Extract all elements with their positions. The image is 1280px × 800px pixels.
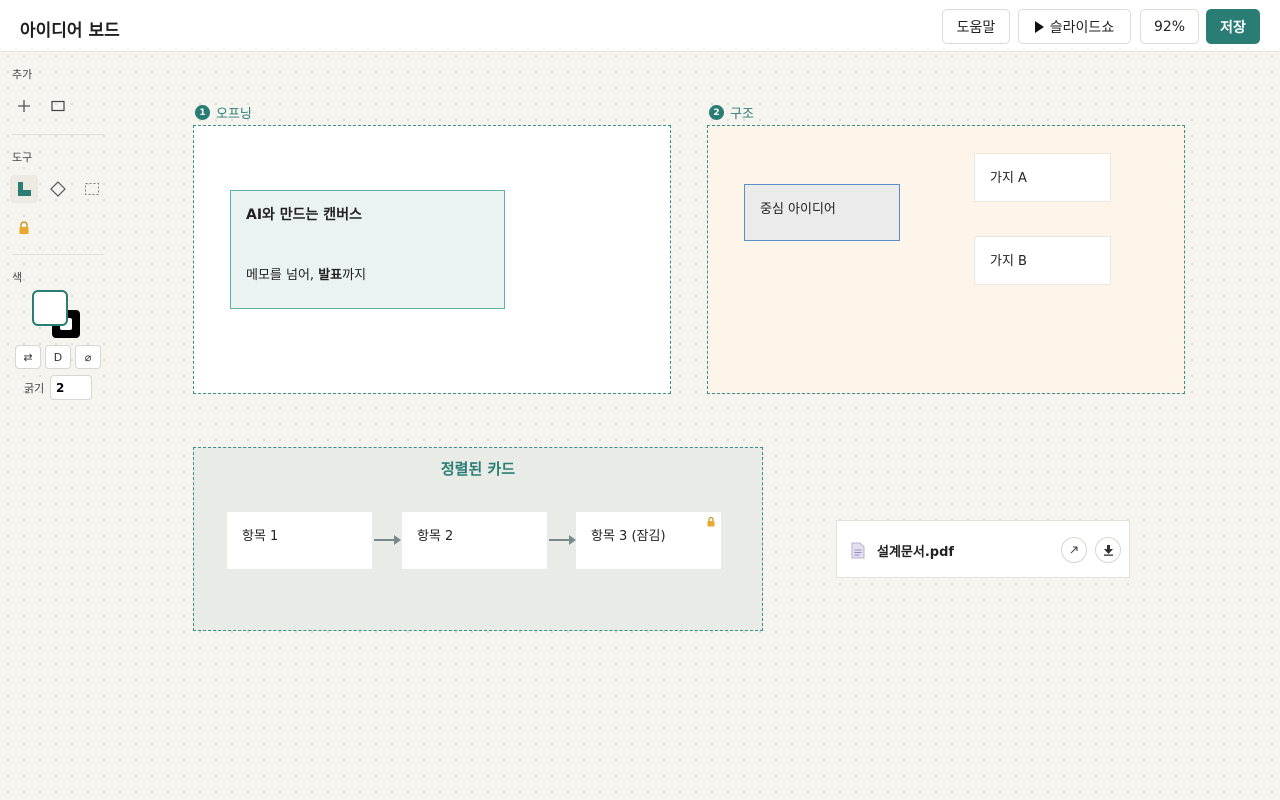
download-icon (1103, 545, 1113, 556)
select-tool-icon[interactable] (10, 175, 38, 203)
help-button-label: 도움말 (956, 19, 996, 36)
card-body: 메모를 넘어, 발표까지 (246, 264, 366, 283)
file-name: 설계문서.pdf (877, 545, 955, 560)
rectangle-icon[interactable] (44, 92, 72, 120)
slideshow-button-label: 슬라이드쇼 (1049, 19, 1115, 36)
sidebar-divider (12, 254, 104, 255)
add-section-label: 추가 (12, 68, 33, 81)
node-label: 가지 B (990, 254, 1027, 269)
no-color-icon: ⌀ (84, 350, 92, 364)
zoom-level: 92% (1153, 18, 1186, 35)
stroke-width-input[interactable] (50, 375, 92, 400)
node-label: 가지 A (990, 171, 1027, 186)
frame-title: 정렬된 카드 (440, 460, 516, 478)
document-icon (851, 542, 865, 559)
connector-arrow (549, 535, 576, 545)
top-bar: 아이디어 보드 도움말 슬라이드쇼 92% 저장 (0, 0, 1280, 52)
file-attachment-card[interactable]: 설계문서.pdf (836, 520, 1130, 578)
help-button[interactable]: 도움말 (942, 9, 1010, 44)
card-body-text: 메모를 넘어, (246, 268, 319, 283)
card-title: AI와 만드는 캔버스 (246, 207, 362, 223)
stroke-width-label: 굵기 (24, 382, 45, 395)
save-button-label: 저장 (1220, 19, 1246, 36)
card-label: 항목 2 (417, 529, 454, 544)
tool-sidebar: 추가 도구 색 ⇄ D ⌀ 굵기 (0, 52, 112, 800)
sorted-card-3-locked[interactable]: 항목 3 (잠김) (576, 512, 721, 569)
app-title: 아이디어 보드 (20, 21, 120, 41)
card-canvas-intro[interactable]: AI와 만드는 캔버스 메모를 넘어, 발표까지 (230, 190, 505, 309)
frame-label-structure[interactable]: 2 구조 (709, 103, 754, 122)
diamond-icon[interactable] (44, 175, 72, 203)
branch-a-node[interactable]: 가지 A (974, 153, 1111, 202)
frame-structure[interactable] (707, 125, 1185, 394)
card-label: 항목 1 (242, 529, 279, 544)
connector-arrow (374, 535, 401, 545)
no-color-button[interactable]: ⌀ (75, 345, 101, 369)
card-body-tail: 까지 (342, 268, 367, 283)
card-body-bold: 발표 (318, 268, 343, 283)
download-button[interactable] (1095, 537, 1121, 563)
center-idea-node[interactable]: 중심 아이디어 (744, 184, 900, 241)
fill-color-swatch[interactable] (32, 290, 68, 326)
tools-section-label: 도구 (12, 151, 33, 164)
open-external-button[interactable] (1061, 537, 1087, 563)
open-external-icon (1070, 546, 1078, 554)
default-colors-button[interactable]: D (45, 345, 71, 369)
frame-label-opening[interactable]: 1 오프닝 (195, 103, 252, 122)
sidebar-divider (12, 134, 104, 135)
swap-colors-button[interactable]: ⇄ (15, 345, 41, 369)
marquee-select-icon[interactable] (78, 175, 106, 203)
frame-title: 구조 (730, 107, 754, 122)
sorted-card-2[interactable]: 항목 2 (402, 512, 547, 569)
card-label: 항목 3 (잠김) (591, 529, 666, 544)
default-colors-label: D (53, 350, 63, 364)
plus-icon[interactable] (10, 92, 38, 120)
sorted-card-1[interactable]: 항목 1 (227, 512, 372, 569)
lock-icon (707, 516, 715, 527)
node-label: 중심 아이디어 (760, 202, 836, 217)
frame-title: 오프닝 (216, 107, 252, 122)
lock-icon[interactable] (10, 214, 38, 242)
frame-number-badge: 2 (709, 105, 724, 120)
save-button[interactable]: 저장 (1206, 9, 1260, 44)
frame-number-badge: 1 (195, 105, 210, 120)
branch-b-node[interactable]: 가지 B (974, 236, 1111, 285)
swap-icon: ⇄ (23, 350, 33, 364)
slideshow-button[interactable]: 슬라이드쇼 (1018, 9, 1131, 44)
zoom-button[interactable]: 92% (1140, 9, 1199, 44)
play-icon (1034, 20, 1044, 33)
color-section-label: 색 (12, 271, 23, 284)
